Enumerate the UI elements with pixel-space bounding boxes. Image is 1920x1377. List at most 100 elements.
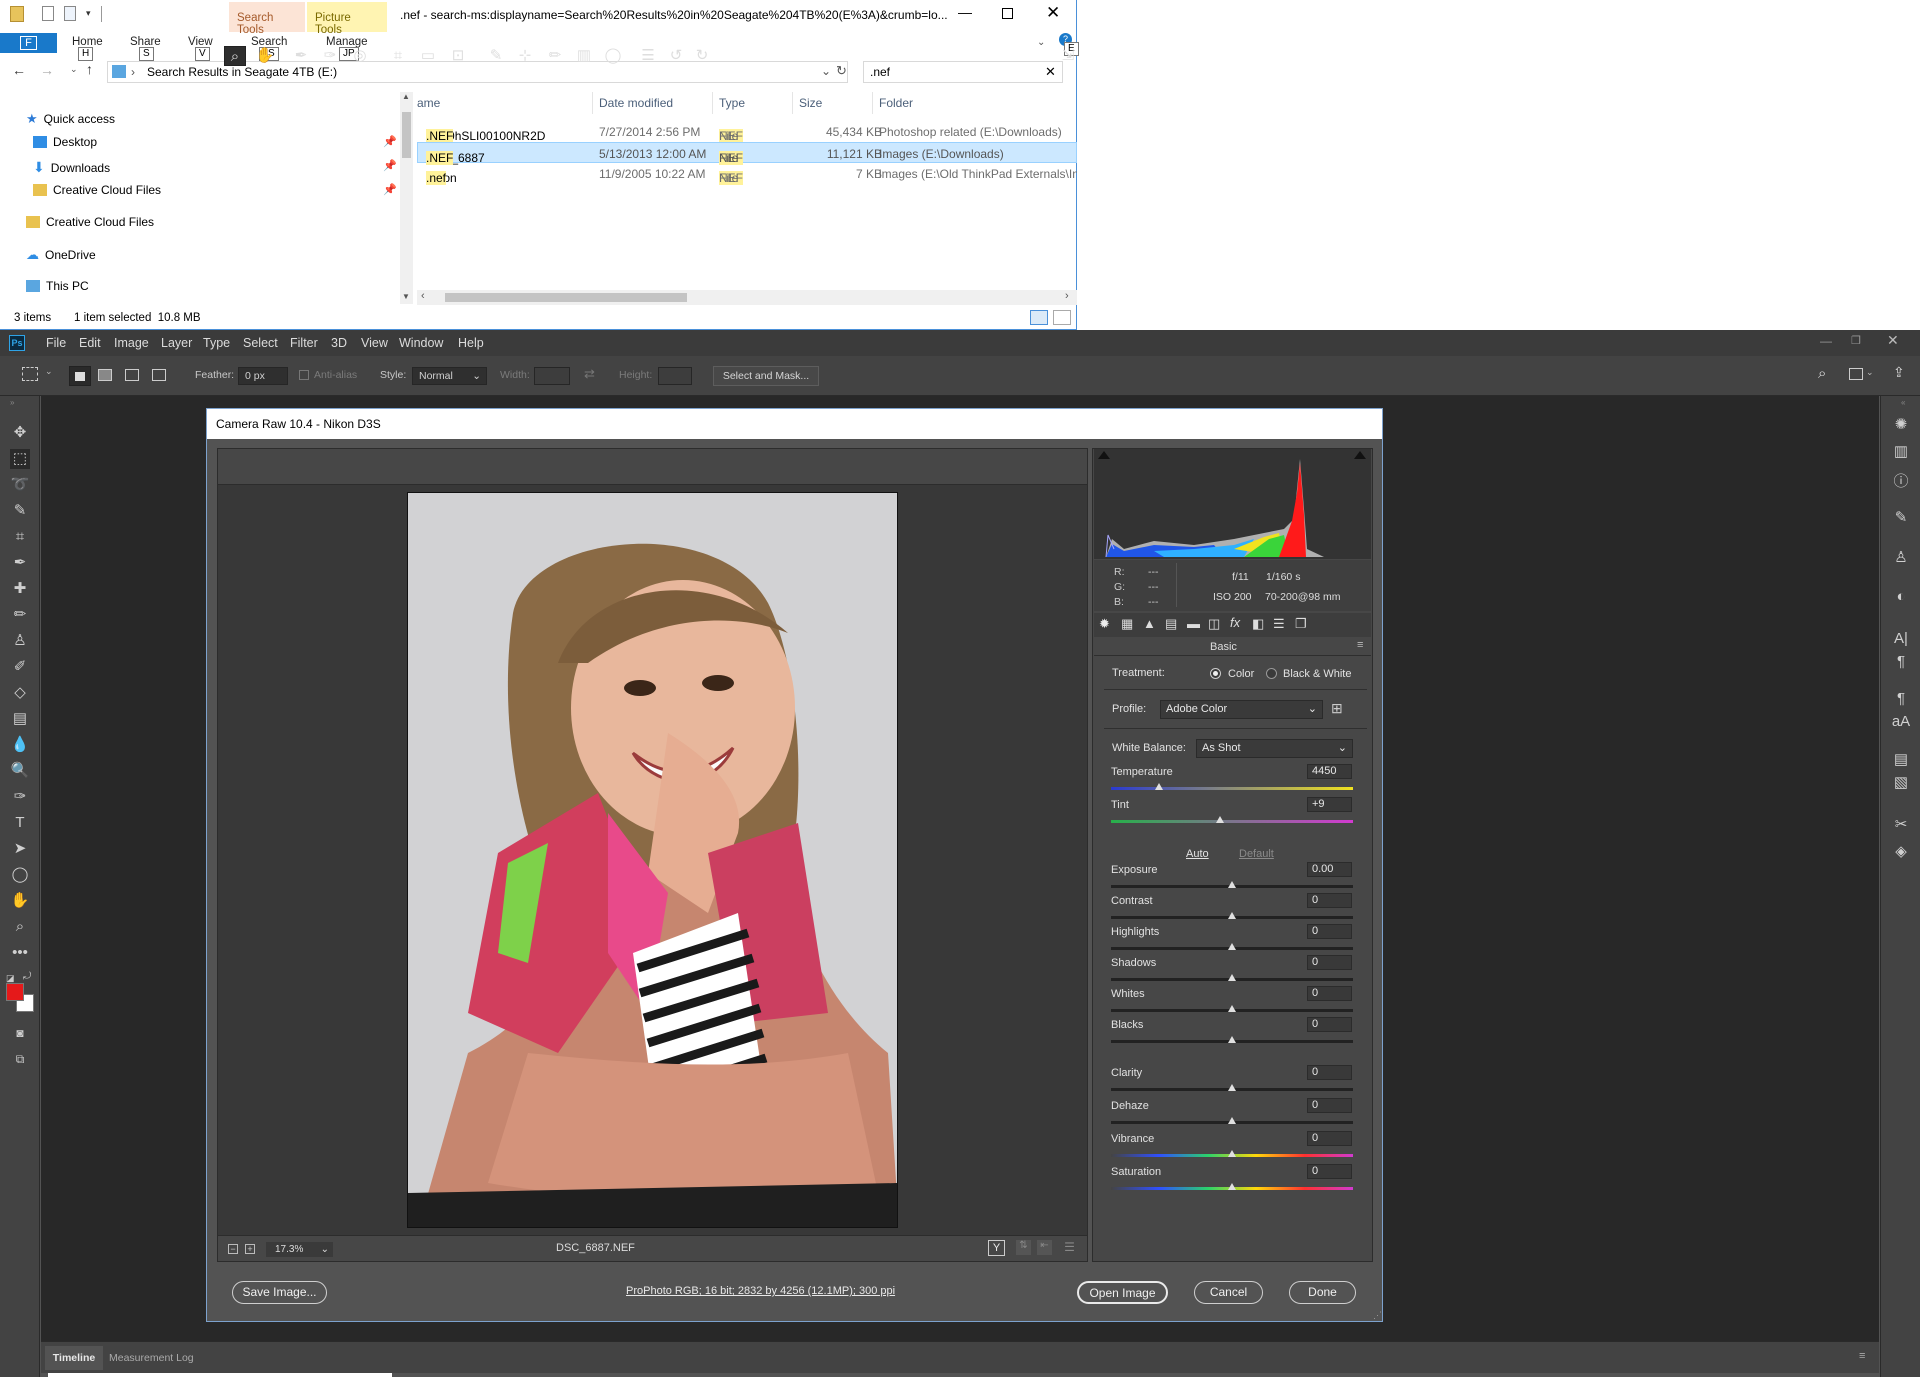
slider-blacks[interactable]: Blacks 0 bbox=[1106, 1017, 1356, 1048]
file-row[interactable]: Nikon.nef 11/9/2005 10:22 AM NEF File 7 … bbox=[417, 163, 1077, 185]
search-icon[interactable]: ⌕ bbox=[1818, 365, 1826, 382]
tab-search-tools[interactable]: Search Tools bbox=[229, 2, 305, 36]
foreground-color-swatch[interactable] bbox=[6, 983, 24, 1001]
h-scroll-thumb[interactable] bbox=[445, 293, 687, 302]
crop-tool-icon[interactable]: ⌗ bbox=[10, 527, 30, 547]
subtract-selection-button[interactable] bbox=[125, 369, 139, 381]
rectangular-marquee-tool-icon[interactable]: ⬚ bbox=[10, 449, 30, 469]
details-view-icon[interactable] bbox=[1030, 310, 1048, 325]
effects-tab-icon[interactable]: fx bbox=[1230, 615, 1248, 633]
pin-icon[interactable]: 📌 bbox=[383, 135, 397, 148]
acr-fullscreen-icon[interactable]: ⇲ bbox=[1057, 46, 1079, 66]
before-after-view-icon[interactable]: Y bbox=[988, 1240, 1005, 1256]
hsl-tab-icon[interactable]: ▤ bbox=[1165, 616, 1183, 634]
detail-tab-icon[interactable]: ▲ bbox=[1143, 616, 1161, 634]
acr-straighten-tool-icon[interactable]: ▭ bbox=[417, 46, 439, 66]
slider-dehaze[interactable]: Dehaze 0 bbox=[1106, 1098, 1356, 1129]
slider-value-input[interactable]: 0 bbox=[1307, 1098, 1352, 1113]
shadow-clipping-icon[interactable] bbox=[1098, 451, 1110, 459]
basic-panel-tab-icon[interactable]: ✹ bbox=[1099, 616, 1117, 634]
menu-view[interactable]: View bbox=[361, 336, 388, 350]
open-image-button[interactable]: Open Image bbox=[1077, 1281, 1168, 1304]
nav-creative-cloud-pinned[interactable]: Creative Cloud Files bbox=[33, 183, 161, 197]
acr-color-sampler-icon[interactable]: ✑ bbox=[319, 46, 341, 66]
profile-browser-icon[interactable]: ⊞ bbox=[1331, 700, 1351, 718]
feather-input[interactable]: 0 px bbox=[238, 367, 288, 385]
slider-value-input[interactable]: 0 bbox=[1307, 1131, 1352, 1146]
file-tab[interactable]: F bbox=[0, 33, 57, 53]
character-styles-icon[interactable]: aA bbox=[1888, 713, 1914, 735]
resize-grip-icon[interactable]: ⋰ bbox=[1373, 1310, 1382, 1321]
clone-stamp-tool-icon[interactable]: ♙ bbox=[10, 631, 30, 651]
paragraph-panel-icon[interactable]: ¶ bbox=[1888, 653, 1914, 675]
pin-icon[interactable]: 📌 bbox=[383, 159, 397, 172]
width-input[interactable] bbox=[534, 367, 570, 385]
acr-radial-filter-icon[interactable]: ◯ bbox=[602, 46, 624, 66]
slider-thumb[interactable] bbox=[1155, 783, 1164, 790]
slider-contrast[interactable]: Contrast 0 bbox=[1106, 893, 1356, 924]
slider-thumb[interactable] bbox=[1228, 1005, 1236, 1012]
new-selection-button[interactable] bbox=[69, 366, 91, 386]
slider-thumb[interactable] bbox=[1228, 974, 1236, 981]
white-balance-select[interactable]: As Shot ⌄ bbox=[1196, 739, 1353, 758]
slider-exposure[interactable]: Exposure 0.00 bbox=[1106, 862, 1356, 893]
panel-expand-icon[interactable]: « bbox=[1901, 398, 1905, 407]
col-type[interactable]: Type bbox=[719, 96, 745, 110]
new-folder-icon[interactable] bbox=[64, 6, 76, 21]
quick-mask-icon[interactable]: ◙ bbox=[10, 1023, 30, 1043]
back-icon[interactable]: ← bbox=[12, 62, 26, 78]
acr-preferences-icon[interactable]: ☰ bbox=[637, 46, 659, 66]
slider-highlights[interactable]: Highlights 0 bbox=[1106, 924, 1356, 955]
swatches-panel-icon[interactable]: ▥ bbox=[1888, 442, 1914, 464]
nav-downloads[interactable]: ⬇ Downloads bbox=[33, 159, 110, 176]
properties-panel-icon[interactable]: ▧ bbox=[1888, 773, 1914, 795]
nav-scroll-thumb[interactable] bbox=[402, 112, 411, 158]
swap-dimensions-icon[interactable]: ⇄ bbox=[584, 366, 595, 382]
layers-panel-icon[interactable]: ▤ bbox=[1888, 750, 1914, 772]
recent-dropdown-icon[interactable]: ⌄ bbox=[70, 64, 78, 75]
paths-panel-icon[interactable]: ✂ bbox=[1888, 815, 1914, 837]
ps-restore-icon[interactable]: ❐ bbox=[1851, 334, 1861, 347]
add-selection-button[interactable] bbox=[98, 369, 112, 381]
search-input[interactable]: .nef bbox=[870, 65, 890, 79]
file-row-selected[interactable]: DSC_6887 .NEF 5/13/2013 12:00 AM NEF File… bbox=[417, 142, 1077, 165]
menu-type[interactable]: Type bbox=[203, 336, 230, 350]
acr-spot-removal-icon[interactable]: ✎ bbox=[485, 46, 507, 66]
gradient-tool-icon[interactable]: ▤ bbox=[10, 709, 30, 729]
zoom-tool-icon[interactable]: ⌕ bbox=[10, 917, 30, 937]
acr-zoom-tool-icon[interactable]: ⌕ bbox=[224, 46, 246, 66]
menu-layer[interactable]: Layer bbox=[161, 336, 192, 350]
scroll-down-icon[interactable]: ▼ bbox=[402, 292, 410, 301]
file-row[interactable]: D810hSLI00100NR2D .NEF 7/27/2014 2:56 PM … bbox=[417, 121, 1077, 143]
move-tool-icon[interactable]: ✥ bbox=[10, 423, 30, 443]
presets-tab-icon[interactable]: ☰ bbox=[1273, 616, 1291, 634]
pin-icon[interactable]: 📌 bbox=[383, 183, 397, 196]
nav-scrollbar[interactable]: ▲ ▼ bbox=[400, 92, 413, 304]
acr-targeted-adjustment-icon[interactable]: ◎ bbox=[349, 46, 371, 66]
acr-adjustment-brush-icon[interactable]: ✏ bbox=[544, 46, 566, 66]
glyphs-panel-icon[interactable]: ¶ bbox=[1888, 690, 1914, 712]
brush-settings-icon[interactable]: ✎ bbox=[1888, 508, 1914, 530]
slider-track[interactable] bbox=[1111, 787, 1353, 790]
slider-value-input[interactable]: 4450 bbox=[1307, 764, 1352, 779]
refresh-icon[interactable]: ↻ bbox=[836, 63, 847, 79]
profile-select[interactable]: Adobe Color ⌄ bbox=[1160, 700, 1323, 719]
search-box[interactable]: .nef ✕ bbox=[863, 61, 1063, 83]
clone-source-icon[interactable]: ♙ bbox=[1888, 548, 1914, 570]
swap-colors-icon[interactable]: ⤾ bbox=[23, 971, 31, 982]
color-panel-icon[interactable]: ✺ bbox=[1888, 415, 1914, 437]
qat-dropdown-icon[interactable]: ▾ bbox=[86, 8, 91, 19]
treatment-color-radio[interactable] bbox=[1210, 668, 1221, 679]
swap-before-after-icon[interactable]: ⇅ bbox=[1016, 1240, 1031, 1255]
zoom-in-button[interactable]: + bbox=[245, 1244, 255, 1254]
slider-thumb[interactable] bbox=[1228, 1036, 1236, 1043]
address-dropdown-icon[interactable]: ⌄ bbox=[821, 64, 831, 78]
slider-value-input[interactable]: 0 bbox=[1307, 955, 1352, 970]
slider-value-input[interactable]: 0.00 bbox=[1307, 862, 1352, 877]
acr-crop-tool-icon[interactable]: ⌗ bbox=[387, 46, 409, 66]
lasso-tool-icon[interactable]: ➰ bbox=[10, 475, 30, 495]
dodge-tool-icon[interactable]: 🔍 bbox=[10, 761, 30, 781]
tab-measurement-log[interactable]: Measurement Log bbox=[109, 1346, 194, 1370]
slider-clarity[interactable]: Clarity 0 bbox=[1106, 1065, 1356, 1096]
slider-shadows[interactable]: Shadows 0 bbox=[1106, 955, 1356, 986]
